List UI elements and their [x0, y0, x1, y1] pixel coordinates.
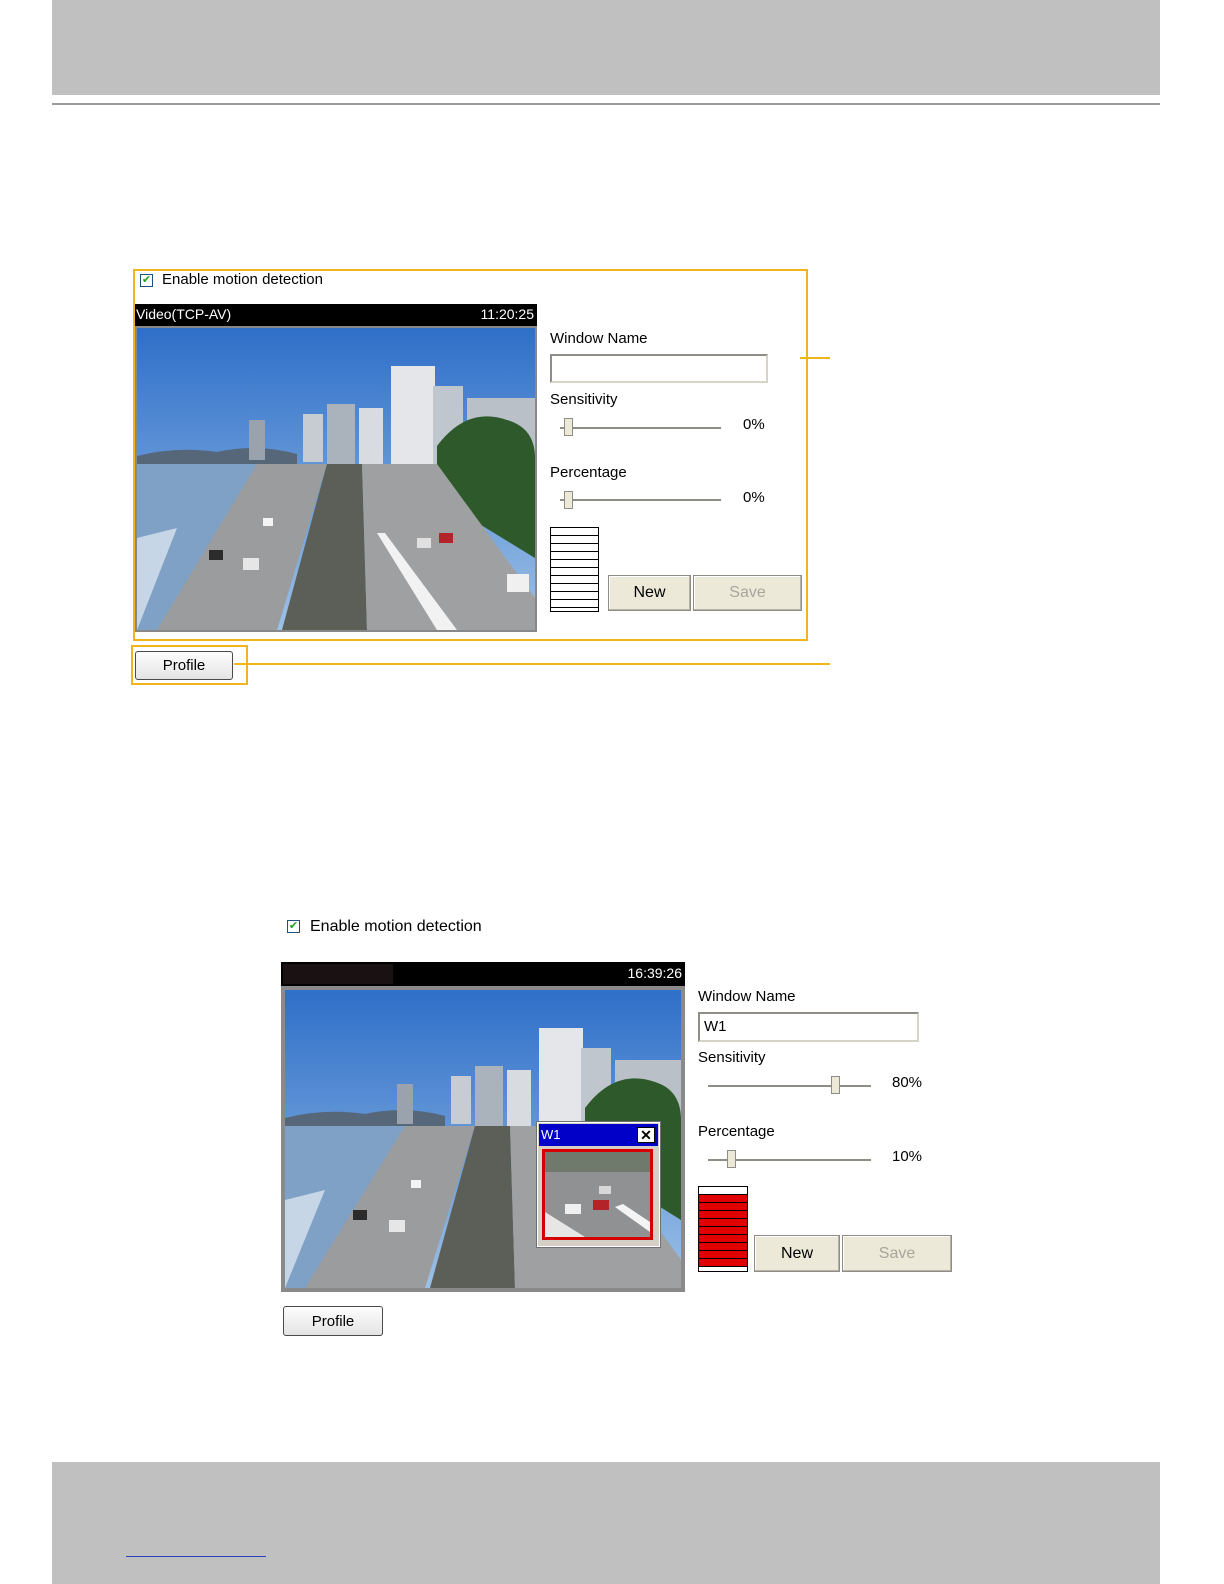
meter-segment [699, 1203, 747, 1211]
enable-motion-checkbox[interactable]: ✔ [287, 920, 300, 933]
percentage-value: 0% [743, 489, 765, 506]
motion-level-meter [550, 527, 599, 612]
sensitivity-label: Sensitivity [698, 1049, 766, 1066]
meter-segment [551, 576, 598, 584]
motion-level-meter [698, 1186, 748, 1272]
meter-segment [551, 600, 598, 608]
motion-window-preview [545, 1152, 650, 1237]
sensitivity-label: Sensitivity [550, 391, 618, 408]
enable-motion-label: Enable motion detection [310, 918, 482, 935]
check-icon: ✔ [288, 920, 299, 932]
meter-segment [699, 1195, 747, 1203]
new-window-button[interactable]: New [754, 1235, 840, 1272]
meter-segment [699, 1219, 747, 1227]
meter-segment [551, 592, 598, 600]
video-timestamp: 11:20:25 [480, 306, 534, 322]
save-button[interactable]: Save [693, 575, 802, 611]
video-stream-title: Video(TCP-AV) [136, 306, 232, 322]
meter-segment [699, 1259, 747, 1267]
motion-window-detection-area[interactable] [542, 1149, 653, 1240]
check-icon: ✔ [141, 274, 152, 286]
video-stream-title [283, 964, 393, 984]
meter-segment [551, 584, 598, 592]
video-title-bar: 16:39:26 [281, 962, 685, 986]
window-name-label: Window Name [550, 330, 648, 347]
video-timestamp: 16:39:26 [627, 965, 683, 981]
footer-link-underline[interactable] [126, 1556, 266, 1557]
meter-segment [551, 560, 598, 568]
meter-segment [551, 536, 598, 544]
meter-segment [699, 1235, 747, 1243]
profile-button[interactable]: Profile [283, 1306, 383, 1336]
meter-segment [551, 568, 598, 576]
new-window-button[interactable]: New [608, 575, 691, 611]
meter-segment [551, 552, 598, 560]
page-header-band [52, 0, 1160, 95]
sensitivity-slider[interactable] [560, 427, 721, 430]
motion-window-w1[interactable]: W1 ✕ [537, 1122, 660, 1247]
meter-segment [699, 1251, 747, 1259]
motion-window-title-bar[interactable]: W1 ✕ [539, 1124, 658, 1146]
profile-button[interactable]: Profile [135, 651, 233, 680]
meter-segment [551, 528, 598, 536]
percentage-slider-thumb[interactable] [564, 491, 573, 509]
traffic-scene-image [137, 328, 535, 630]
meter-segment [699, 1187, 747, 1195]
percentage-value: 10% [892, 1148, 923, 1165]
meter-segment [551, 544, 598, 552]
enable-motion-label: Enable motion detection [162, 271, 323, 288]
settings-callout-line [800, 357, 830, 359]
sensitivity-value: 0% [743, 416, 765, 433]
percentage-slider-thumb[interactable] [727, 1150, 736, 1168]
motion-window-title: W1 [541, 1127, 561, 1142]
live-video-view[interactable] [135, 326, 537, 632]
video-title-bar: Video(TCP-AV) 11:20:25 [135, 304, 537, 326]
profile-callout-line [234, 663, 830, 665]
sensitivity-slider-thumb[interactable] [564, 418, 573, 436]
window-name-input[interactable] [550, 354, 768, 383]
close-icon[interactable]: ✕ [637, 1127, 655, 1143]
page-footer-band [52, 1462, 1160, 1584]
sensitivity-value: 80% [892, 1074, 923, 1091]
enable-motion-checkbox[interactable]: ✔ [140, 274, 153, 287]
percentage-label: Percentage [698, 1123, 775, 1140]
window-name-input[interactable]: W1 [698, 1012, 919, 1042]
percentage-label: Percentage [550, 464, 627, 481]
meter-segment [699, 1243, 747, 1251]
sensitivity-slider-thumb[interactable] [831, 1076, 840, 1094]
meter-segment [699, 1211, 747, 1219]
header-rule [52, 103, 1160, 105]
sensitivity-slider[interactable] [708, 1085, 871, 1088]
meter-segment [699, 1227, 747, 1235]
save-button[interactable]: Save [842, 1235, 952, 1272]
window-name-label: Window Name [698, 988, 796, 1005]
percentage-slider[interactable] [560, 499, 721, 502]
